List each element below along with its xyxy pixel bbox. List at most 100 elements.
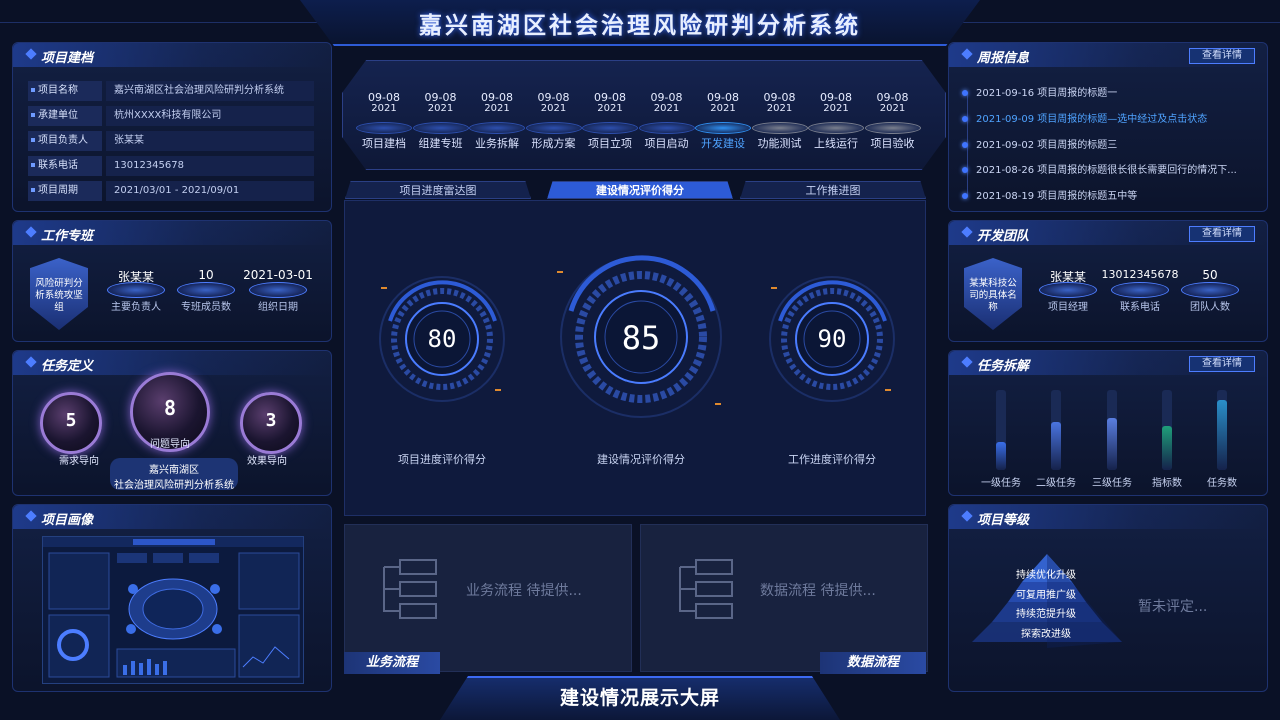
orb-value: 8 — [163, 396, 177, 420]
pedestal-icon — [249, 282, 307, 298]
timeline-dot-icon — [962, 193, 968, 199]
gauge-label: 项目进度评价得分 — [398, 453, 486, 466]
company-badge-text: 某某科技公司的具体名称 — [969, 278, 1017, 313]
phase-step-5[interactable]: 项目启动 — [637, 135, 697, 151]
pedestal-icon — [1181, 282, 1239, 298]
tab-build-score[interactable]: 建设情况评价得分 — [547, 181, 733, 199]
stat-value: 2021-03-01 — [243, 268, 313, 282]
stat-label: 专班成员数 — [181, 302, 231, 313]
stat-label: 主要负责人 — [111, 302, 161, 313]
phase-date: 09-08 2021 — [594, 91, 626, 114]
phase-pedestal-icon — [525, 122, 582, 134]
orb-label: 需求导向 — [59, 456, 99, 467]
weekly-item[interactable]: 2021-09-09 项目周报的标题—选中经过及点击状态 — [962, 110, 1207, 125]
weekly-detail-button[interactable]: 查看详情 — [1189, 48, 1255, 64]
phase-pedestal-icon — [469, 122, 525, 134]
score-gauge-panel: 80 85 90 项目进度评价得分 建设情况评价得分 工作进度评价得分 — [344, 200, 926, 516]
panel-title: 开发团队 — [977, 225, 1029, 244]
phase-step-0[interactable]: 项目建档 — [354, 135, 414, 151]
business-flow-placeholder: 业务流程 待提供... — [466, 583, 582, 599]
stat-label: 联系电话 — [1120, 302, 1160, 313]
phase-stepper — [342, 60, 946, 170]
pedestal-icon — [1111, 282, 1169, 298]
phase-step-2[interactable]: 业务拆解 — [467, 135, 527, 151]
task-bar-label: 指标数 — [1152, 478, 1182, 489]
timeline-dot-icon — [962, 116, 968, 122]
dashboard-thumbnail-icon — [43, 537, 303, 678]
dev-team-detail-button[interactable]: 查看详情 — [1189, 226, 1255, 242]
phase-pedestal-icon — [864, 122, 921, 134]
phase-step-9[interactable]: 项目验收 — [863, 135, 923, 151]
phase-pedestal-icon — [751, 122, 808, 134]
task-bar-fill — [1162, 426, 1172, 470]
phase-date: 09-08 2021 — [650, 91, 683, 114]
tab-radar[interactable]: 项目进度雷达图 — [345, 181, 531, 199]
project-preview-image[interactable] — [42, 536, 304, 684]
phase-date: 09-08 2021 — [820, 91, 852, 114]
orb-value: 5 — [65, 410, 77, 431]
task-bar-fill — [1217, 399, 1227, 470]
info-row-manager: 项目负责人 张某某 — [28, 131, 314, 151]
phase-step-6[interactable]: 开发建设 — [693, 135, 753, 151]
phase-date: 09-08 2021 — [481, 91, 513, 114]
panel-title: 项目等级 — [977, 509, 1029, 528]
info-row-period: 项目周期 2021/03/01 - 2021/09/01 — [28, 181, 314, 201]
phase-date: 09-08 2021 — [424, 91, 457, 114]
data-flow-placeholder: 数据流程 待提供... — [760, 583, 876, 599]
gauge-value: 80 — [427, 325, 457, 353]
task-caption-line2: 社会治理风险研判分析系统 — [114, 480, 234, 491]
weekly-item[interactable]: 2021-08-26 项目周报的标题很长很长需要回行的情况下... — [962, 161, 1237, 176]
stat-value: 10 — [198, 268, 214, 282]
gauge-label: 工作进度评价得分 — [788, 453, 876, 466]
gauge-label: 建设情况评价得分 — [597, 453, 685, 466]
task-bar — [1051, 390, 1061, 470]
level-status: 暂未评定... — [1138, 599, 1208, 615]
tab-progress[interactable]: 工作推进图 — [740, 181, 926, 199]
panel-title: 任务拆解 — [977, 355, 1029, 374]
gauge-value: 90 — [817, 325, 847, 353]
phase-pedestal-icon — [695, 122, 751, 134]
task-bar-label: 任务数 — [1207, 478, 1237, 489]
task-caption-line1: 嘉兴南湖区 — [149, 465, 199, 476]
panel-title: 项目画像 — [41, 509, 93, 528]
level-label: 持续优化升级 — [1016, 570, 1076, 581]
task-bar-label: 一级任务 — [981, 478, 1021, 489]
info-row-phone: 联系电话 13012345678 — [28, 156, 314, 176]
orb-label: 效果导向 — [247, 456, 287, 467]
stat-value: 50 — [1202, 268, 1218, 282]
flow-diagram-icon — [679, 559, 733, 619]
phase-pedestal-icon — [638, 122, 695, 134]
pedestal-icon — [107, 282, 165, 298]
task-detail-button[interactable]: 查看详情 — [1189, 356, 1255, 372]
data-flow-tag[interactable]: 数据流程 — [820, 652, 926, 674]
weekly-item[interactable]: 2021-09-02 项目周报的标题三 — [962, 136, 1117, 151]
phase-step-4[interactable]: 项目立项 — [580, 135, 640, 151]
score-gauges — [379, 255, 895, 418]
gauge-value: 85 — [621, 319, 661, 357]
phase-pedestal-icon — [582, 122, 638, 134]
level-label: 可复用推广级 — [1016, 590, 1076, 601]
weekly-item[interactable]: 2021-08-19 项目周报的标题五中等 — [962, 187, 1137, 202]
business-flow-tag[interactable]: 业务流程 — [344, 652, 440, 674]
phase-step-3[interactable]: 形成方案 — [524, 135, 584, 151]
task-bar-fill — [1107, 418, 1117, 470]
phase-step-1[interactable]: 组建专班 — [411, 135, 471, 151]
info-row-name: 项目名称 嘉兴南湖区社会治理风险研判分析系统 — [28, 81, 314, 101]
task-bar — [1217, 390, 1227, 470]
phase-date: 09-08 2021 — [763, 91, 796, 114]
task-bar-fill — [1051, 422, 1061, 470]
weekly-item[interactable]: 2021-09-16 项目周报的标题一 — [962, 84, 1117, 99]
panel-title: 任务定义 — [41, 355, 93, 374]
task-bar — [1162, 390, 1172, 470]
phase-step-7[interactable]: 功能测试 — [750, 135, 810, 151]
phase-step-8[interactable]: 上线运行 — [806, 135, 866, 151]
pedestal-icon — [1039, 282, 1097, 298]
task-bar-fill — [996, 442, 1006, 470]
orb-label: 问题导向 — [150, 439, 190, 450]
info-row-contractor: 承建单位 杭州XXXX科技有限公司 — [28, 106, 314, 126]
phase-date: 09-08 2021 — [707, 91, 739, 114]
phase-date: 09-08 2021 — [537, 91, 570, 114]
pedestal-icon — [177, 282, 235, 298]
stat-label: 团队人数 — [1190, 302, 1230, 313]
phase-pedestal-icon — [808, 122, 864, 134]
